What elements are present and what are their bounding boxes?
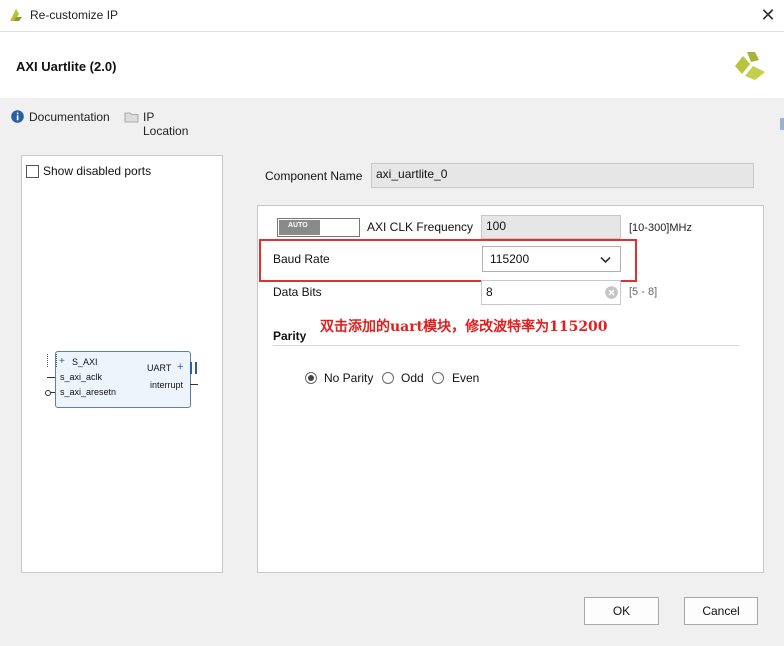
ok-button[interactable]: OK (584, 597, 659, 625)
title-bar: Re-customize IP ✕ (0, 0, 784, 32)
odd-parity-label: Odd (401, 371, 424, 385)
interrupt-pin (190, 384, 198, 385)
component-name-label: Component Name (265, 169, 363, 183)
show-disabled-ports-checkbox[interactable] (26, 165, 39, 178)
odd-parity-radio[interactable] (382, 372, 394, 384)
info-icon (11, 110, 24, 123)
even-parity-label: Even (452, 371, 480, 385)
bus-pin (47, 354, 57, 367)
auto-toggle[interactable]: AUTO (277, 218, 360, 237)
uart-port: UART (147, 363, 172, 373)
uart-expand-plus-icon[interactable]: + (177, 361, 183, 373)
no-parity-label: No Parity (324, 371, 374, 385)
scrollbar-marker (780, 118, 784, 130)
axi-clk-frequency-input[interactable]: 100 (481, 215, 621, 239)
ip-name: AXI Uartlite (2.0) (16, 59, 117, 74)
clear-icon[interactable] (605, 286, 618, 299)
data-bits-input[interactable]: 8 (481, 280, 621, 305)
highlight-box (259, 239, 637, 282)
axi-clk-range: [10-300]MHz (629, 222, 692, 234)
header-band: AXI Uartlite (2.0) (0, 32, 784, 98)
data-bits-label: Data Bits (273, 285, 322, 299)
axi-clk-frequency-label: AXI CLK Frequency (367, 220, 474, 234)
s-axi-aresetn-port: s_axi_aresetn (60, 387, 117, 397)
xilinx-logo-icon (735, 52, 765, 80)
reset-invert-bubble (45, 390, 51, 396)
annotation-text: 双击添加的uart模块，修改波特率为115200 (320, 319, 608, 335)
parity-divider (273, 345, 739, 346)
even-parity-radio[interactable] (432, 372, 444, 384)
parity-label: Parity (273, 329, 307, 343)
show-disabled-ports-label: Show disabled ports (43, 164, 152, 178)
expand-plus-icon[interactable]: + (59, 356, 65, 367)
window-title: Re-customize IP (30, 8, 119, 22)
ip-location-label: IP Location (143, 110, 189, 138)
no-parity-radio[interactable] (305, 372, 317, 384)
cancel-button[interactable]: Cancel (684, 597, 758, 625)
component-name-input[interactable]: axi_uartlite_0 (371, 163, 754, 188)
data-bits-range: [5 - 8] (629, 286, 658, 298)
s-axi-aclk-port: s_axi_aclk (60, 372, 103, 382)
close-icon[interactable]: ✕ (758, 4, 778, 26)
uart-bus-pin (190, 362, 197, 374)
documentation-label: Documentation (29, 110, 110, 124)
ip-block-symbol: + S_AXI s_axi_aclk s_axi_aresetn UART + … (55, 351, 191, 408)
data-bits-value: 8 (486, 285, 493, 299)
s-axi-port: S_AXI (72, 357, 98, 367)
vivado-logo-icon (10, 9, 22, 21)
auto-badge: AUTO (288, 222, 308, 229)
folder-icon (124, 112, 139, 123)
interrupt-port: interrupt (150, 380, 184, 390)
clk-pin (47, 377, 55, 378)
